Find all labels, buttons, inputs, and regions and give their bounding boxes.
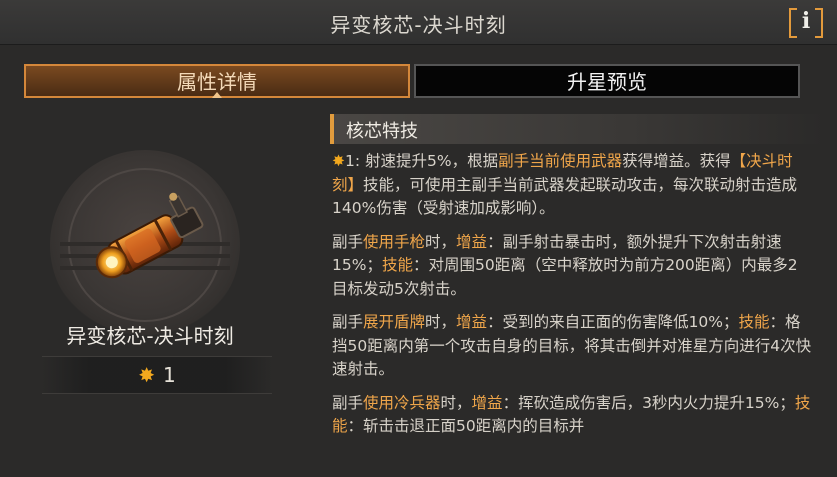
tab-label: 属性详情	[177, 70, 257, 94]
highlight-text: 展开盾牌	[363, 313, 426, 331]
skill-description: ✸1: 射速提升5%，根据副手当前使用武器获得增益。获得【决斗时刻】技能，可使用…	[332, 150, 812, 463]
highlight-text: 使用手枪	[363, 232, 426, 251]
window-title: 异变核芯-决斗时刻	[330, 13, 507, 37]
description-text: 时，	[425, 232, 457, 251]
description-text: 副手	[332, 393, 364, 412]
highlight-text: 增益	[456, 232, 488, 251]
pistol-weapon-icon	[95, 192, 204, 279]
description-paragraph: 副手展开盾牌时，增益：受到的来自正面的伤害降低10%；技能：格挡50距离内第一个…	[332, 311, 812, 382]
description-text: ：挥砍造成伤害后，3秒内火力提升15%；	[502, 393, 795, 412]
title-bar: 异变核芯-决斗时刻 i	[0, 0, 837, 45]
active-tab-indicator	[212, 92, 222, 98]
description-text: 副手	[332, 232, 364, 251]
info-bracket-left	[789, 8, 797, 38]
description-text: 1: 射速提升5%，根据	[345, 152, 499, 170]
highlight-text: 使用冷兵器	[363, 393, 441, 412]
section-title: 核芯特技	[346, 121, 418, 142]
star-level-value: 1	[163, 363, 176, 387]
tab-label: 升星预览	[567, 70, 647, 94]
description-text: ：受到的来自正面的伤害降低10%；	[487, 313, 739, 331]
description-text: 时，	[425, 313, 457, 331]
info-button[interactable]: i	[789, 6, 823, 38]
tab-attribute-details[interactable]: 属性详情	[24, 64, 410, 98]
highlight-text: 技能	[738, 313, 770, 331]
description-text: 副手	[332, 313, 364, 331]
description-text: 时，	[440, 393, 472, 412]
description-paragraph: ✸1: 射速提升5%，根据副手当前使用武器获得增益。获得【决斗时刻】技能，可使用…	[332, 150, 812, 221]
description-text: 获得增益。获得	[622, 152, 731, 170]
info-icon: i	[801, 8, 811, 34]
tab-star-preview[interactable]: 升星预览	[414, 64, 800, 98]
star-level-display: ✸ 1	[42, 356, 272, 394]
section-header: 核芯特技	[330, 114, 824, 144]
description-text: 技能，可使用主副手当前武器发起联动攻击，每次联动射击造成140%伤害（受射速加成…	[332, 175, 798, 218]
highlight-text: 副手当前使用武器	[498, 152, 623, 170]
star-icon: ✸	[138, 363, 156, 387]
highlight-text: 增益	[471, 393, 503, 412]
scroll-fade	[326, 430, 826, 470]
highlight-text: 技能	[381, 256, 413, 274]
item-name: 异变核芯-决斗时刻	[66, 324, 234, 348]
info-bracket-right	[815, 8, 823, 38]
highlight-text: 增益	[456, 313, 488, 331]
star-icon: ✸	[332, 152, 345, 170]
description-paragraph: 副手使用手枪时，增益：副手射击暴击时，额外提升下次射击射速15%；技能：对周围5…	[332, 231, 812, 302]
